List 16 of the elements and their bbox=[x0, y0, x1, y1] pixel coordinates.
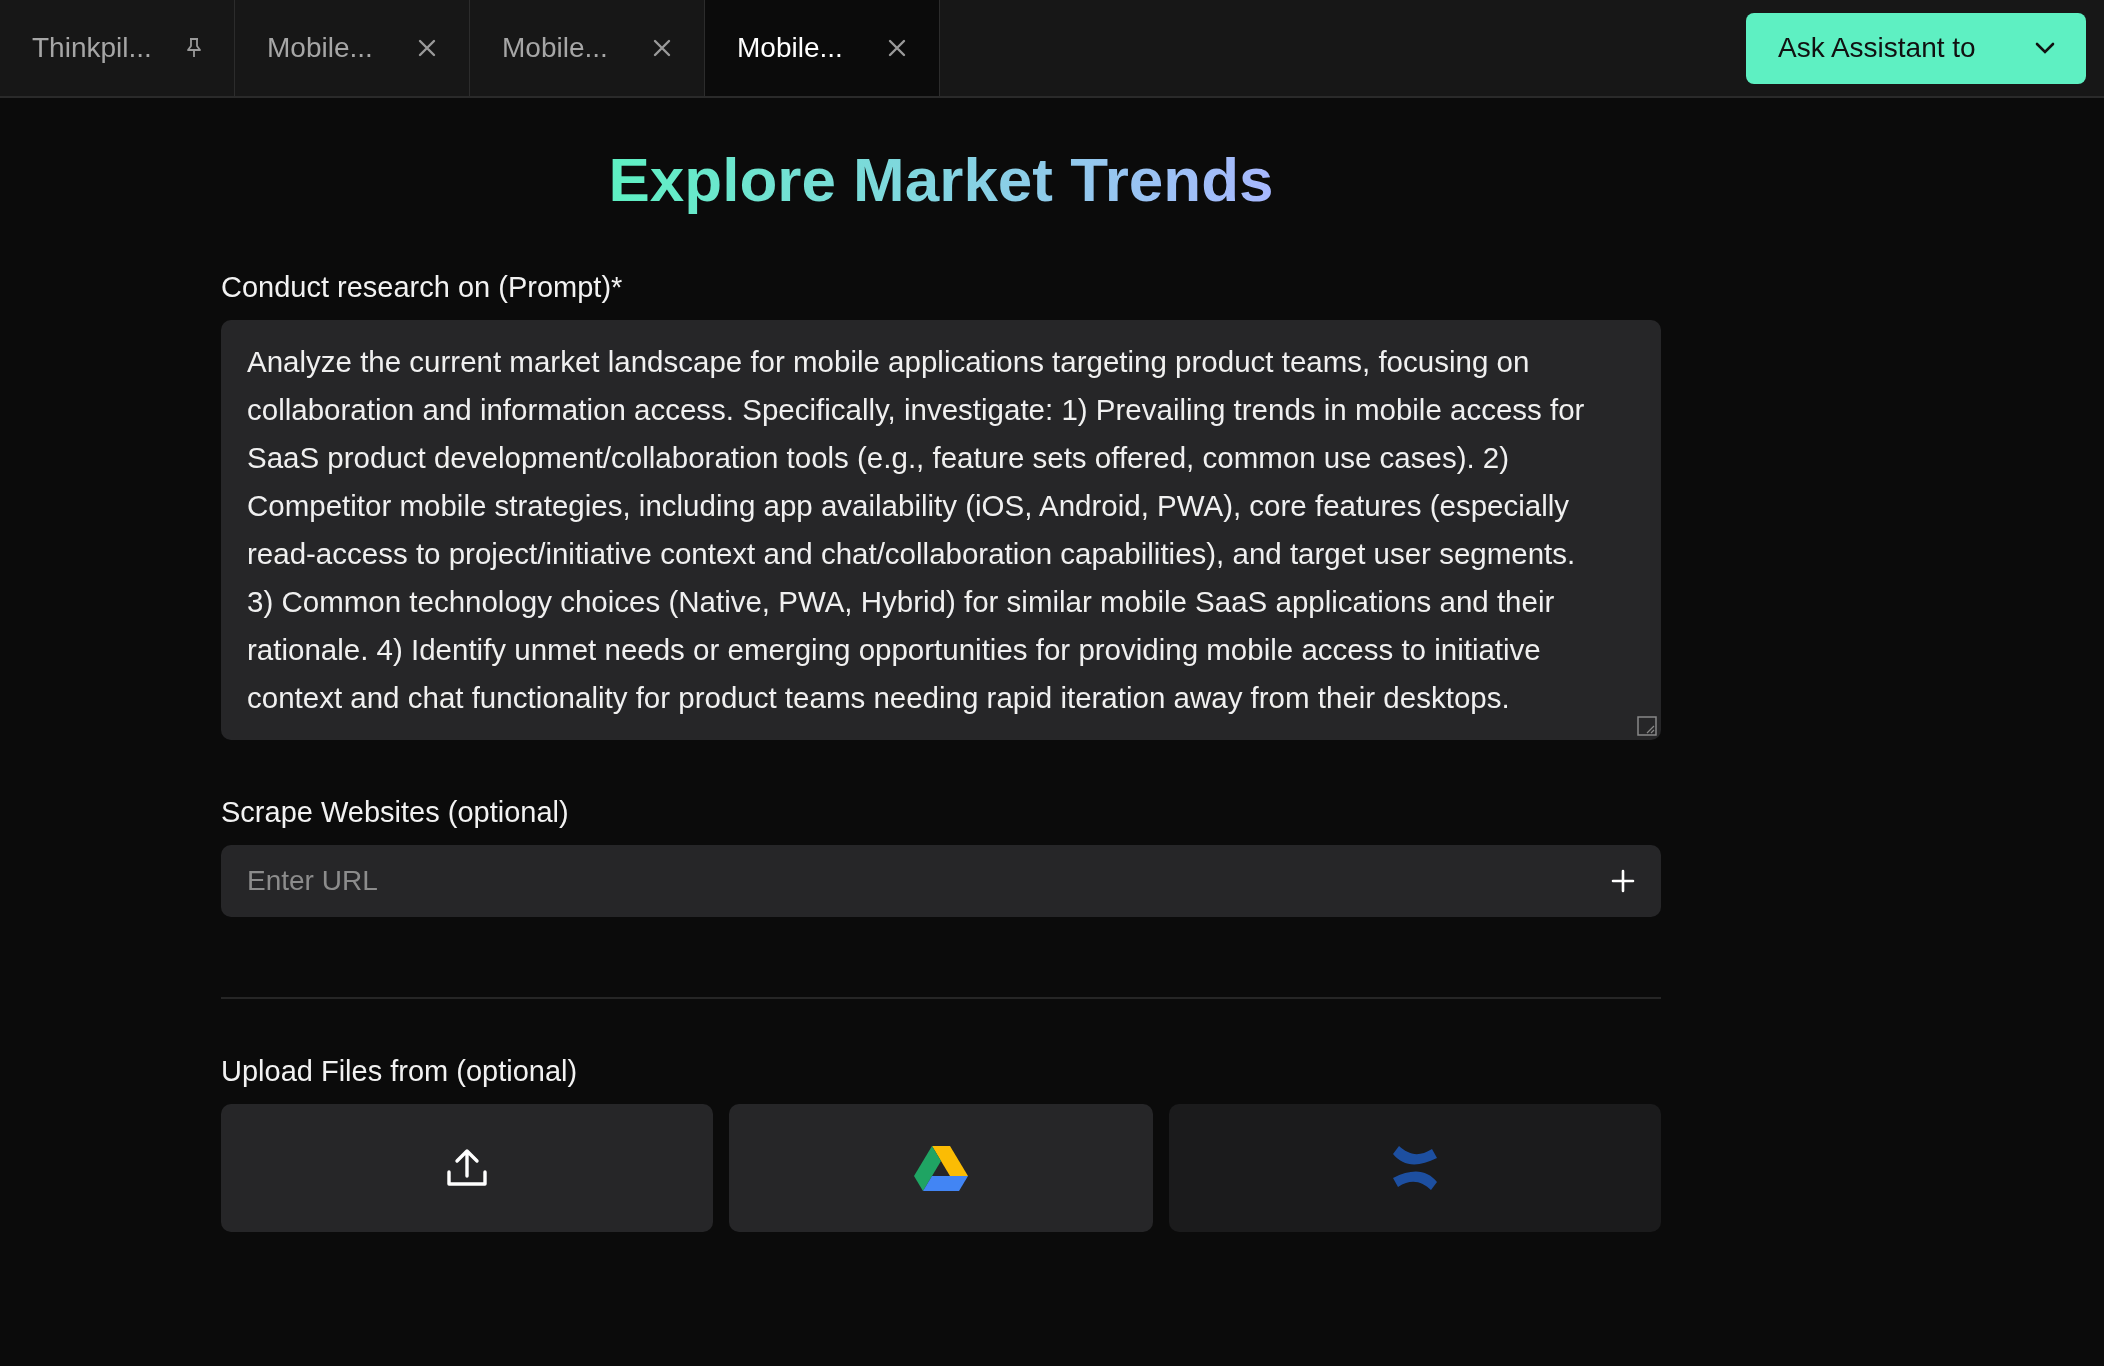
chevron-down-icon bbox=[2034, 41, 2056, 55]
tab[interactable]: Mobile... bbox=[235, 0, 470, 96]
confluence-logo-icon bbox=[1390, 1144, 1440, 1192]
upload-label: Upload Files from (optional) bbox=[221, 1055, 579, 1088]
plus-icon[interactable] bbox=[1611, 869, 1635, 893]
ask-assistant-button[interactable]: Ask Assistant to bbox=[1746, 12, 2086, 84]
pin-icon[interactable] bbox=[184, 37, 204, 59]
drive-logo-icon bbox=[914, 1144, 968, 1192]
prompt-field[interactable]: Analyze the current market landscape for mobile applications targeting product teams, focusing on collaboration and information access. Specifically, investigate: 1) Prevailing trends in mobile access for SaaS product development/collaboration tools (e.g., feature sets offered, common use cases). 2) Competitor mobile strategies, including app availability (iOS, Android, PWA), core features (especially read-access to project/initiative context and chat/collaboration capabilities), and target user segments. 3) Common technology choices (Native, PWA, Hybrid) for similar mobile SaaS applications and their rationale. 4) Identify unmet needs or emerging opportunities for providing mobile access to initiative context and chat functionality for product teams needing rapid iteration away from their desktops. bbox=[221, 320, 1661, 740]
tab[interactable]: Thinkpil... bbox=[0, 0, 235, 96]
upload-source-button[interactable] bbox=[729, 1104, 1153, 1232]
resize-handle-icon[interactable] bbox=[1637, 716, 1657, 736]
url-field[interactable]: Enter URL bbox=[221, 845, 1661, 917]
scrape-label: Scrape Websites (optional) bbox=[221, 796, 570, 829]
prompt-label: Conduct research on (Prompt)* bbox=[221, 271, 624, 304]
tab[interactable]: Mobile... bbox=[705, 0, 940, 96]
